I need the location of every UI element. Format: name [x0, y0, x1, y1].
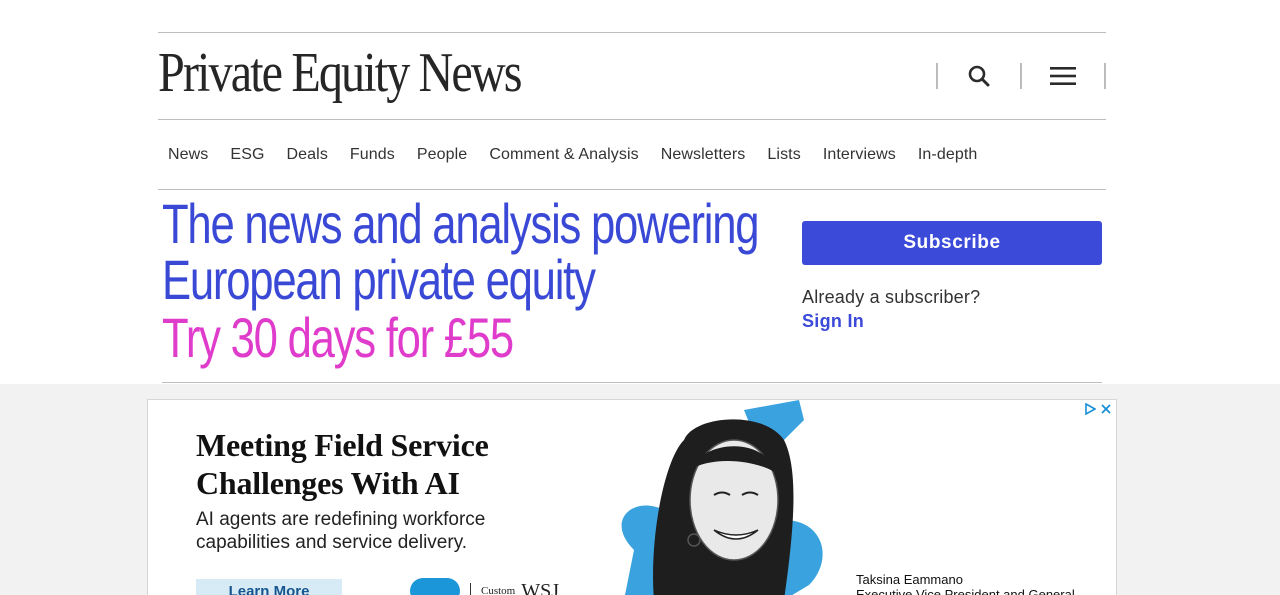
subscribe-button[interactable]: Subscribe [802, 221, 1102, 265]
header-tools [936, 59, 1106, 93]
already-subscriber-text: Already a subscriber? [802, 287, 981, 307]
menu-button[interactable] [1022, 59, 1104, 93]
masthead-divider [158, 119, 1106, 120]
wsj-label: WSJ [521, 579, 560, 595]
ad-person-title: Executive Vice President and General [856, 587, 1075, 595]
ad-choices-icon[interactable] [1084, 402, 1097, 416]
subscribe-panel: Subscribe Already a subscriber? Sign In [802, 221, 1102, 331]
custom-label: Custom [481, 585, 516, 595]
search-icon [968, 65, 990, 87]
ad-body-text: AI agents are redefining workforce capab… [196, 509, 486, 553]
nav-item-newsletters[interactable]: Newsletters [651, 141, 756, 169]
ad-person-name: Taksina Eammano [856, 572, 963, 587]
ad-headline: Meeting Field Service Challenges With AI [196, 427, 489, 501]
ad-learn-more-button[interactable]: Learn More [196, 579, 342, 595]
sign-in-link[interactable]: Sign In [802, 311, 864, 332]
main-nav: News ESG Deals Funds People Comment & An… [158, 140, 989, 170]
hero-headline-line1: The news and analysis powering [162, 192, 760, 255]
ad-portrait-illustration [621, 400, 823, 595]
hero-divider [162, 382, 1102, 383]
ad-sponsor-logos: Custom WSJ [410, 578, 559, 595]
nav-item-people[interactable]: People [407, 141, 477, 169]
nav-item-funds[interactable]: Funds [340, 141, 405, 169]
hero-offer: Try 30 days for £55 [162, 306, 514, 369]
hamburger-menu-icon [1050, 67, 1076, 85]
tool-divider [1104, 63, 1106, 89]
nav-item-lists[interactable]: Lists [757, 141, 810, 169]
logo-separator [470, 583, 471, 595]
nav-item-comment-analysis[interactable]: Comment & Analysis [479, 141, 648, 169]
masthead: Private Equity News [158, 33, 1106, 119]
nav-divider [158, 189, 1106, 190]
nav-item-in-depth[interactable]: In-depth [908, 141, 988, 169]
cloud-logo-icon [410, 578, 460, 595]
site-logo[interactable]: Private Equity News [158, 37, 523, 109]
ad-close-icon[interactable] [1100, 402, 1112, 414]
advertisement[interactable]: Meeting Field Service Challenges With AI… [147, 399, 1117, 595]
nav-item-esg[interactable]: ESG [220, 141, 274, 169]
ad-controls [1084, 402, 1112, 416]
nav-item-interviews[interactable]: Interviews [813, 141, 906, 169]
hero-headline-line2: European private equity [162, 248, 596, 311]
search-button[interactable] [938, 59, 1020, 93]
nav-item-deals[interactable]: Deals [277, 141, 338, 169]
nav-item-news[interactable]: News [158, 141, 218, 169]
